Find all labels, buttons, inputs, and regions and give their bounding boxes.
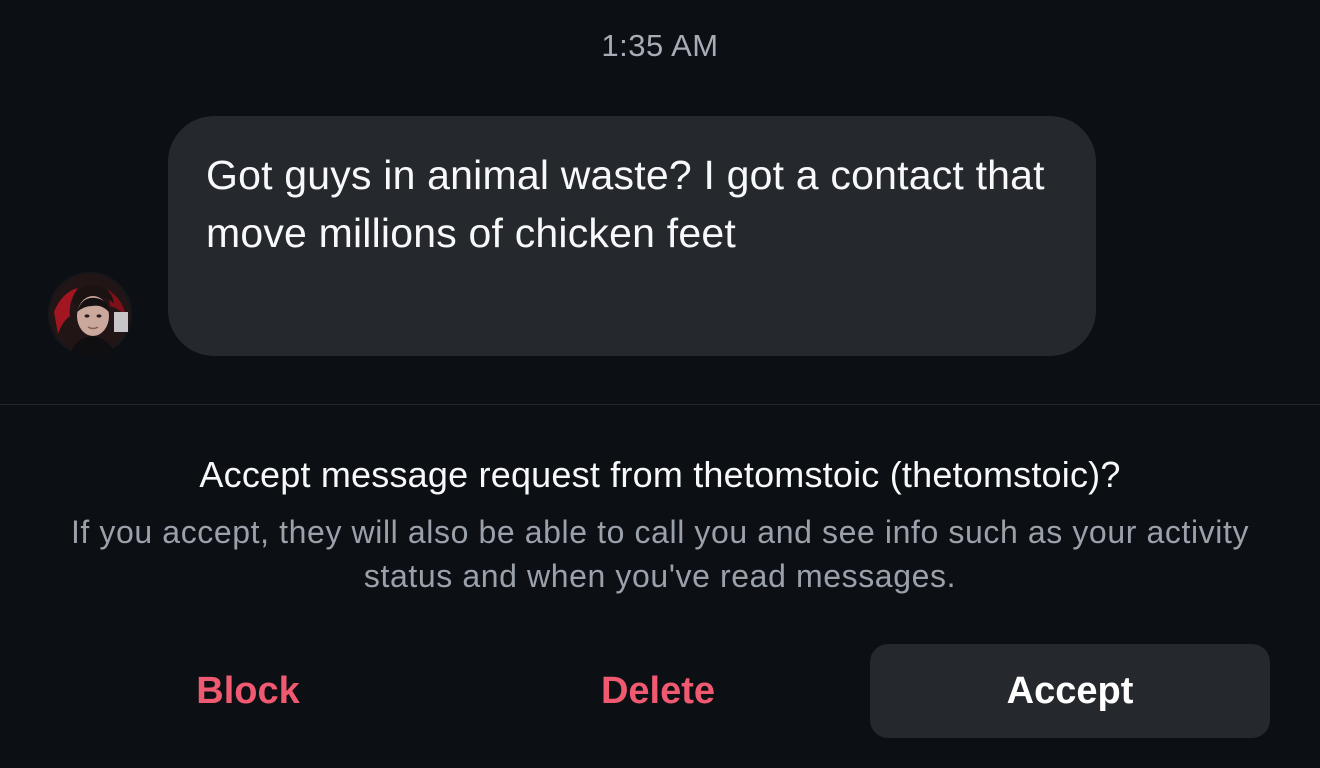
accept-button[interactable]: Accept: [870, 644, 1270, 738]
message-bubble[interactable]: Got guys in animal waste? I got a contac…: [168, 116, 1096, 356]
incoming-message-row: Got guys in animal waste? I got a contac…: [0, 116, 1320, 356]
delete-button[interactable]: Delete: [458, 644, 858, 738]
profile-photo-icon: [48, 272, 132, 356]
sender-avatar[interactable]: [48, 272, 132, 356]
message-request-screen: 1:35 AM Got guys in animal waste? I got …: [0, 0, 1320, 768]
block-button[interactable]: Block: [48, 644, 448, 738]
section-divider: [0, 404, 1320, 405]
request-explanation: If you accept, they will also be able to…: [70, 514, 1250, 594]
request-title: Accept message request from thetomstoic …: [199, 454, 1121, 495]
message-timestamp: 1:35 AM: [601, 28, 719, 63]
